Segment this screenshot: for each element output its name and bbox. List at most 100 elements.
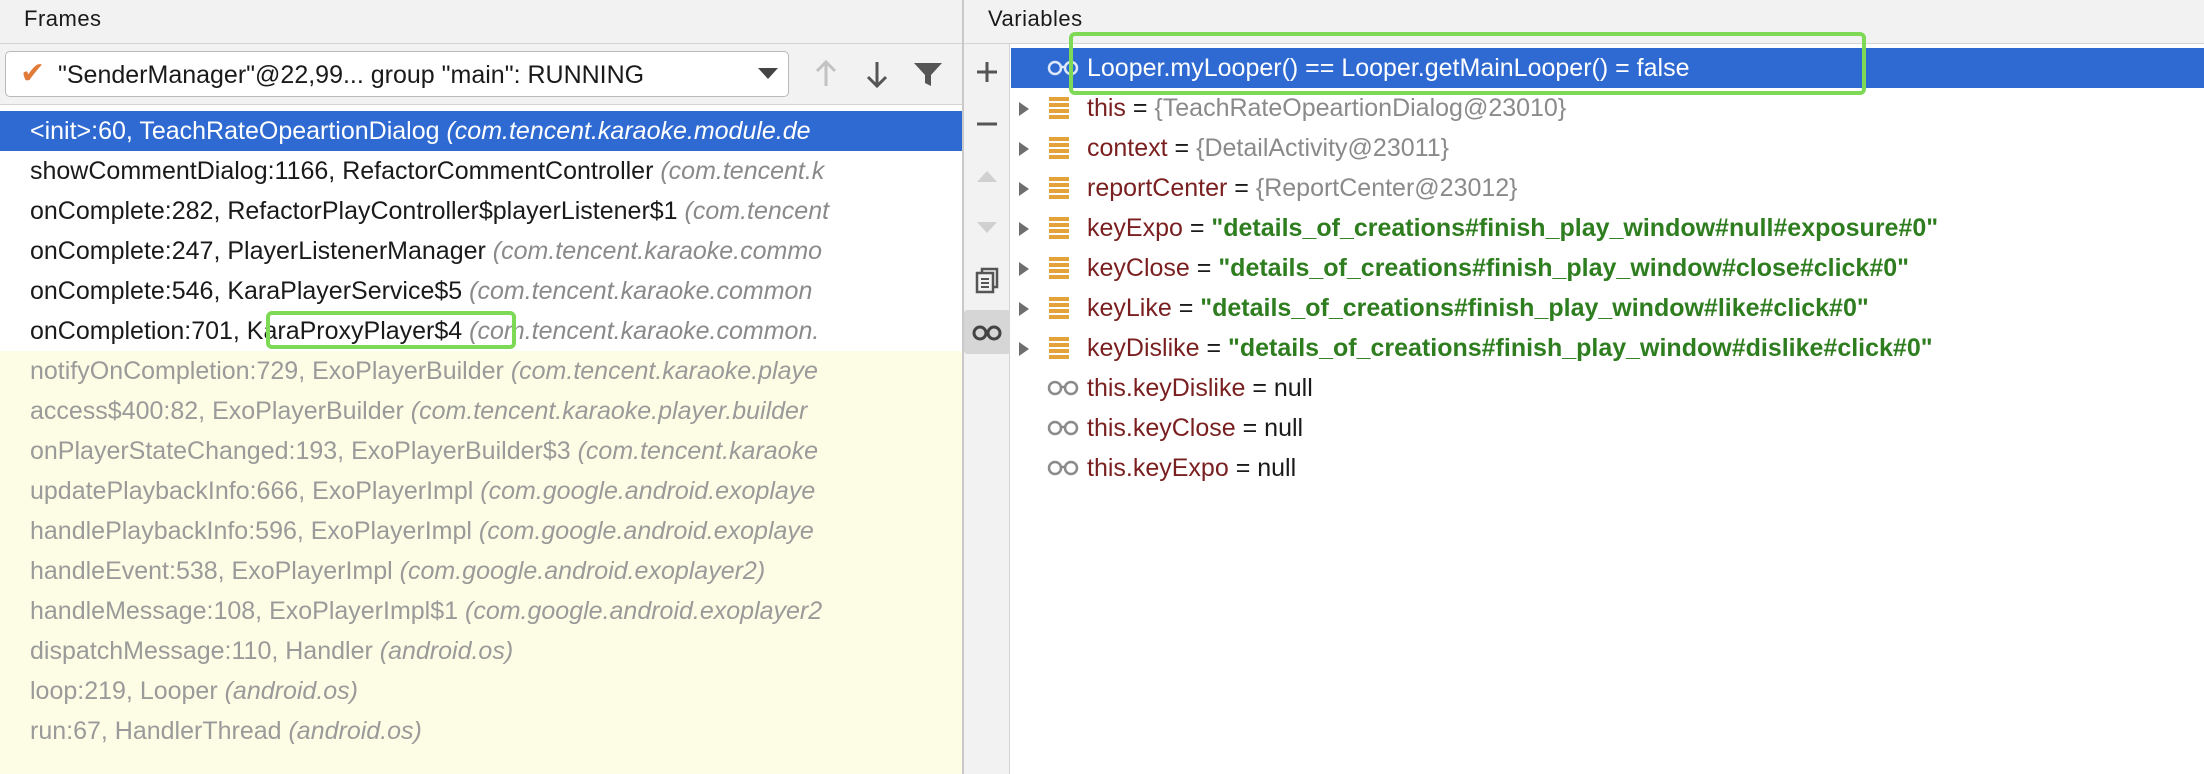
variable-text: keyClose = "details_of_creations#finish_…: [1087, 248, 1909, 288]
expand-arrow-icon[interactable]: [1019, 302, 1029, 316]
frame-row[interactable]: loop:219, Looper (android.os): [0, 671, 962, 711]
expand-arrow-icon[interactable]: [1019, 142, 1029, 156]
variable-name: keyDislike: [1087, 334, 1200, 362]
variable-value: "details_of_creations#finish_play_window…: [1218, 254, 1909, 282]
variables-side-toolbar: [964, 44, 1010, 774]
variable-row[interactable]: keyClose = "details_of_creations#finish_…: [1011, 248, 2204, 288]
frame-row[interactable]: handlePlaybackInfo:596, ExoPlayerImpl (c…: [0, 511, 962, 551]
frame-row[interactable]: <init>:60, TeachRateOpeartionDialog (com…: [0, 111, 962, 151]
frame-method: onComplete:282, RefactorPlayController$p…: [30, 197, 685, 225]
equals-sign: =: [1167, 134, 1197, 162]
plus-icon: [977, 62, 997, 82]
variable-text: this.keyDislike = null: [1087, 368, 1313, 408]
frame-package: (android.os): [379, 637, 514, 665]
frame-row[interactable]: onPlayerStateChanged:193, ExoPlayerBuild…: [0, 431, 962, 471]
frame-package: (com.google.android.exoplaye: [480, 477, 816, 505]
next-frame-button[interactable]: [857, 54, 897, 94]
variable-row[interactable]: keyExpo = "details_of_creations#finish_p…: [1011, 208, 2204, 248]
debugger-window: Frames ✔ "SenderManager"@22,99... group …: [0, 0, 2204, 774]
variable-text: keyLike = "details_of_creations#finish_p…: [1087, 288, 1869, 328]
show-watches-toggle[interactable]: [964, 310, 1010, 354]
frame-method: notifyOnCompletion:729, ExoPlayerBuilder: [30, 357, 511, 385]
watch-row[interactable]: this.keyClose = null: [1011, 408, 2204, 448]
equals-sign: =: [1199, 334, 1229, 362]
watch-row[interactable]: this.keyDislike = null: [1011, 368, 2204, 408]
variable-row[interactable]: reportCenter = {ReportCenter@23012}: [1011, 168, 2204, 208]
previous-frame-button[interactable]: [806, 54, 846, 94]
expand-arrow-icon[interactable]: [1019, 222, 1029, 236]
field-icon: [1049, 217, 1069, 239]
watch-glasses-icon: [1047, 460, 1079, 476]
frame-row[interactable]: onComplete:546, KaraPlayerService$5 (com…: [0, 271, 962, 311]
highlight-box-frame: [266, 311, 516, 349]
equals-sign: =: [1125, 94, 1155, 122]
frame-package: (com.tencent.k: [660, 157, 825, 185]
frames-toolbar: ✔ "SenderManager"@22,99... group "main":…: [0, 44, 962, 105]
frame-row[interactable]: run:67, HandlerThread (android.os): [0, 711, 962, 751]
triangle-up-icon: [977, 171, 997, 182]
frame-row[interactable]: access$400:82, ExoPlayerBuilder (com.ten…: [0, 391, 962, 431]
frame-package: (com.google.android.exoplayer2: [465, 597, 823, 625]
expand-arrow-icon[interactable]: [1019, 342, 1029, 356]
thread-selector-label: "SenderManager"@22,99... group "main": R…: [58, 61, 645, 89]
frame-row[interactable]: handleMessage:108, ExoPlayerImpl$1 (com.…: [0, 591, 962, 631]
frame-package: (com.google.android.exoplayer2): [399, 557, 766, 585]
variables-panel: Variables Looper.myLooper() == Looper.ge…: [964, 0, 2204, 774]
frames-panel: Frames ✔ "SenderManager"@22,99... group …: [0, 0, 962, 774]
frame-package: (com.tencent: [684, 197, 830, 225]
variable-row[interactable]: context = {DetailActivity@23011}: [1011, 128, 2204, 168]
frame-method: handlePlaybackInfo:596, ExoPlayerImpl: [30, 517, 479, 545]
variable-text: context = {DetailActivity@23011}: [1087, 128, 1449, 168]
frame-row[interactable]: showCommentDialog:1166, RefactorCommentC…: [0, 151, 962, 191]
frame-package: (com.tencent.karaoke.common: [469, 277, 813, 305]
copy-button[interactable]: [964, 258, 1010, 302]
variable-value: null: [1273, 374, 1313, 402]
variable-name: context: [1087, 134, 1168, 162]
frame-package: (com.tencent.karaoke.module.de: [446, 117, 811, 145]
variable-value: {DetailActivity@23011}: [1196, 134, 1449, 162]
frame-method: access$400:82, ExoPlayerBuilder: [30, 397, 411, 425]
variable-value: "details_of_creations#finish_play_window…: [1228, 334, 1933, 362]
equals-sign: =: [1228, 454, 1258, 482]
frame-row[interactable]: handleEvent:538, ExoPlayerImpl (com.goog…: [0, 551, 962, 591]
expand-arrow-icon[interactable]: [1019, 182, 1029, 196]
move-watch-up-button[interactable]: [964, 154, 1010, 198]
remove-watch-button[interactable]: [964, 102, 1010, 146]
expand-arrow-icon[interactable]: [1019, 262, 1029, 276]
frame-row[interactable]: onComplete:247, PlayerListenerManager (c…: [0, 231, 962, 271]
add-watch-button[interactable]: [964, 50, 1010, 94]
frame-row[interactable]: dispatchMessage:110, Handler (android.os…: [0, 631, 962, 671]
frame-package: (com.google.android.exoplaye: [478, 517, 814, 545]
field-icon: [1049, 257, 1069, 279]
variable-value: {TeachRateOpeartionDialog@23010}: [1154, 94, 1567, 122]
frame-method: run:67, HandlerThread: [30, 717, 289, 745]
variable-row[interactable]: keyLike = "details_of_creations#finish_p…: [1011, 288, 2204, 328]
filter-frames-button[interactable]: [908, 54, 948, 94]
variable-text: this.keyExpo = null: [1087, 448, 1296, 488]
frames-title: Frames: [24, 6, 102, 31]
arrow-up-icon: [815, 59, 837, 86]
chevron-down-icon[interactable]: [758, 68, 778, 79]
variable-value: null: [1257, 454, 1297, 482]
frame-package: (android.os): [288, 717, 422, 745]
variable-name: this: [1087, 94, 1126, 122]
thread-selector[interactable]: ✔ "SenderManager"@22,99... group "main":…: [5, 51, 789, 97]
frame-method: onPlayerStateChanged:193, ExoPlayerBuild…: [30, 437, 578, 465]
triangle-down-icon: [977, 222, 997, 233]
frame-method: <init>:60, TeachRateOpeartionDialog: [30, 117, 447, 145]
frame-package: (com.tencent.karaoke.player.builder: [410, 397, 808, 425]
equals-sign: =: [1245, 374, 1274, 402]
frame-row[interactable]: onComplete:282, RefactorPlayController$p…: [0, 191, 962, 231]
field-icon: [1049, 137, 1069, 159]
equals-sign: =: [1171, 294, 1201, 322]
frame-row[interactable]: notifyOnCompletion:729, ExoPlayerBuilder…: [0, 351, 962, 391]
frame-method: showCommentDialog:1166, RefactorCommentC…: [30, 157, 661, 185]
frame-method: dispatchMessage:110, Handler: [30, 637, 380, 665]
variable-text: keyDislike = "details_of_creations#finis…: [1087, 328, 1933, 368]
expand-arrow-icon[interactable]: [1019, 102, 1029, 116]
variable-row[interactable]: keyDislike = "details_of_creations#finis…: [1011, 328, 2204, 368]
frame-row[interactable]: updatePlaybackInfo:666, ExoPlayerImpl (c…: [0, 471, 962, 511]
move-watch-down-button[interactable]: [964, 206, 1010, 250]
watch-row[interactable]: this.keyExpo = null: [1011, 448, 2204, 488]
field-icon: [1049, 177, 1069, 199]
